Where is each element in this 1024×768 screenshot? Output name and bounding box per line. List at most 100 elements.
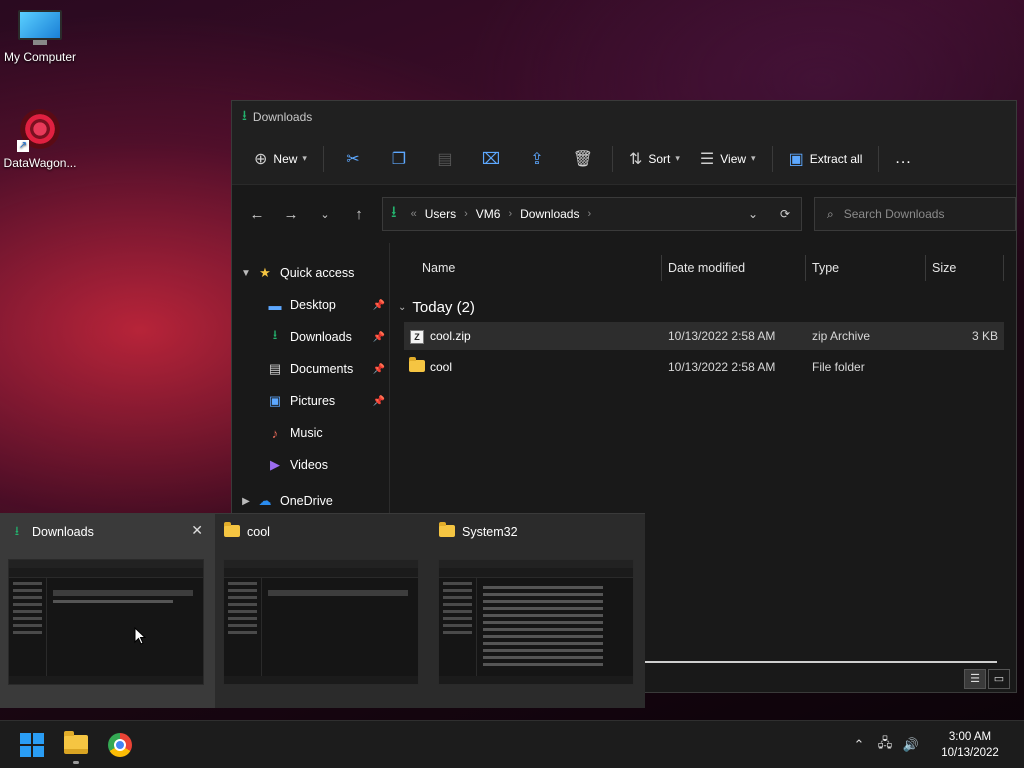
details-view-icon[interactable]: ☰	[964, 669, 986, 689]
chevron-right-icon[interactable]: ▶	[236, 496, 256, 507]
nav-item-videos[interactable]: ▶ Videos	[232, 449, 389, 481]
delete-icon[interactable]: 🗑	[560, 149, 606, 169]
window-preview	[223, 559, 419, 685]
zip-archive-icon: Z	[410, 329, 424, 344]
file-name: cool.zip	[430, 329, 471, 343]
thumbnail-downloads[interactable]: ⭳ Downloads ✕	[0, 514, 215, 708]
nav-item-desktop[interactable]: ▬ Desktop 📌	[232, 289, 389, 321]
nav-label: Pictures	[290, 394, 336, 408]
cut-icon[interactable]: ✂	[330, 149, 376, 169]
system-tray: ⌃ 🖧 🔊 3:00 AM 10/13/2022	[846, 721, 1024, 768]
file-name: cool	[430, 360, 453, 374]
window-preview	[8, 559, 204, 685]
file-row[interactable]: Zcool.zip 10/13/2022 2:58 AM zip Archive…	[404, 322, 1004, 350]
show-hidden-icons-chevron-icon[interactable]: ⌃	[846, 737, 872, 753]
nav-item-downloads[interactable]: ⭳ Downloads 📌	[232, 321, 389, 353]
column-header-type[interactable]: Type	[806, 255, 926, 281]
address-bar[interactable]: ⭳ « Users › VM6 › Downloads › ⌄ ⟳	[382, 197, 802, 231]
sort-button[interactable]: ⇅ Sort ▾	[619, 143, 690, 175]
network-icon[interactable]: 🖧	[872, 734, 898, 756]
extract-all-label: Extract all	[809, 151, 863, 166]
chevron-right-icon[interactable]: ›	[587, 208, 591, 220]
star-icon: ★	[259, 265, 271, 280]
search-input[interactable]: ⌕ Search Downloads	[814, 197, 1016, 231]
desktop-icon-datawagon[interactable]: ↗ DataWagon...	[0, 106, 80, 170]
datawagon-logo-icon: ↗	[17, 106, 63, 152]
up-arrow-icon[interactable]: ↑	[342, 206, 376, 223]
folder-icon	[224, 521, 240, 537]
taskbar-chrome[interactable]	[98, 725, 142, 765]
breadcrumb-downloads[interactable]: Downloads	[520, 207, 579, 221]
navigation-row: ← → ⌄ ↑ ⭳ « Users › VM6 › Downloads › ⌄ …	[232, 185, 1016, 243]
view-button[interactable]: ☰ View ▾	[690, 143, 766, 175]
clock-time: 3:00 AM	[948, 730, 992, 743]
desktop-icon-label: DataWagon...	[3, 156, 77, 170]
title-bar[interactable]: ⭳ Downloads	[232, 101, 1016, 133]
windows-logo-icon	[20, 732, 44, 757]
file-date: 10/13/2022 2:58 AM	[668, 329, 776, 343]
group-header[interactable]: ⌄ Today (2)	[390, 293, 1016, 321]
sort-icon: ⇅	[628, 150, 643, 168]
music-icon: ♪	[271, 425, 279, 441]
search-icon: ⌕	[827, 206, 834, 221]
file-date: 10/13/2022 2:58 AM	[668, 360, 776, 374]
search-placeholder: Search Downloads	[843, 207, 945, 221]
close-icon[interactable]: ✕	[191, 522, 203, 539]
rename-icon[interactable]: ⌧	[468, 149, 514, 169]
nav-item-music[interactable]: ♪ Music	[232, 417, 389, 449]
folder-icon	[439, 521, 455, 537]
clock[interactable]: 3:00 AM 10/13/2022	[930, 729, 1010, 761]
column-header-size[interactable]: Size	[926, 255, 1004, 281]
file-row[interactable]: cool 10/13/2022 2:58 AM File folder	[404, 353, 1004, 381]
horizontal-scrollbar[interactable]	[645, 661, 997, 663]
separator	[322, 145, 324, 172]
document-icon: ▤	[268, 361, 282, 376]
pin-icon: 📌	[372, 395, 385, 407]
thumbnail-title: System32	[462, 525, 518, 539]
chevron-right-icon[interactable]: ›	[464, 208, 468, 220]
clock-date: 10/13/2022	[941, 746, 999, 759]
chevron-right-icon[interactable]: ›	[508, 208, 512, 220]
separator	[611, 145, 613, 172]
forward-arrow-icon[interactable]: →	[274, 206, 308, 223]
group-label: Today (2)	[412, 298, 475, 316]
thumbnail-system32[interactable]: System32	[430, 514, 645, 708]
nav-label: OneDrive	[280, 494, 333, 508]
tiles-view-icon[interactable]: ▭	[988, 669, 1010, 689]
column-header-name[interactable]: Name	[390, 255, 662, 281]
start-button[interactable]	[10, 725, 54, 765]
nav-item-pictures[interactable]: ▣ Pictures 📌	[232, 385, 389, 417]
new-button[interactable]: ⊕ New ▾	[244, 143, 317, 175]
nav-label: Quick access	[280, 266, 355, 280]
copy-icon[interactable]: ❐	[376, 149, 422, 169]
breadcrumb-overflow[interactable]: «	[411, 208, 417, 220]
desktop-icon-my-computer[interactable]: My Computer	[0, 10, 80, 64]
taskbar-file-explorer[interactable]	[54, 725, 98, 765]
thumbnail-cool[interactable]: cool	[215, 514, 430, 708]
nav-quick-access[interactable]: ▼ ★ Quick access	[232, 257, 389, 289]
view-toggle: ☰ ▭	[962, 669, 1010, 689]
back-arrow-icon[interactable]: ←	[240, 206, 274, 223]
column-header-date[interactable]: Date modified	[662, 255, 806, 281]
breadcrumb-users[interactable]: Users	[425, 207, 456, 221]
chevron-down-icon: ▾	[675, 153, 680, 163]
chevron-down-icon[interactable]: ▼	[236, 268, 256, 279]
recent-locations-chevron-icon[interactable]: ⌄	[308, 208, 342, 221]
breadcrumb-vm6[interactable]: VM6	[476, 207, 501, 221]
volume-icon[interactable]: 🔊	[898, 737, 924, 753]
more-options-button[interactable]: ...	[885, 144, 921, 174]
chrome-icon	[108, 732, 132, 757]
window-preview	[438, 559, 634, 685]
view-label: View	[720, 151, 747, 166]
refresh-icon[interactable]: ⟳	[769, 207, 801, 221]
nav-item-documents[interactable]: ▤ Documents 📌	[232, 353, 389, 385]
separator	[771, 145, 773, 172]
download-icon: ⭳	[14, 523, 20, 538]
share-icon[interactable]: ⇪	[514, 149, 560, 169]
monitor-icon	[18, 10, 62, 46]
chevron-down-icon: ▾	[751, 153, 756, 163]
chevron-down-icon: ▾	[302, 153, 307, 163]
extract-all-button[interactable]: ▣ Extract all	[779, 143, 873, 175]
address-dropdown-chevron-icon[interactable]: ⌄	[737, 207, 769, 221]
paste-icon[interactable]: ▤	[422, 149, 468, 169]
